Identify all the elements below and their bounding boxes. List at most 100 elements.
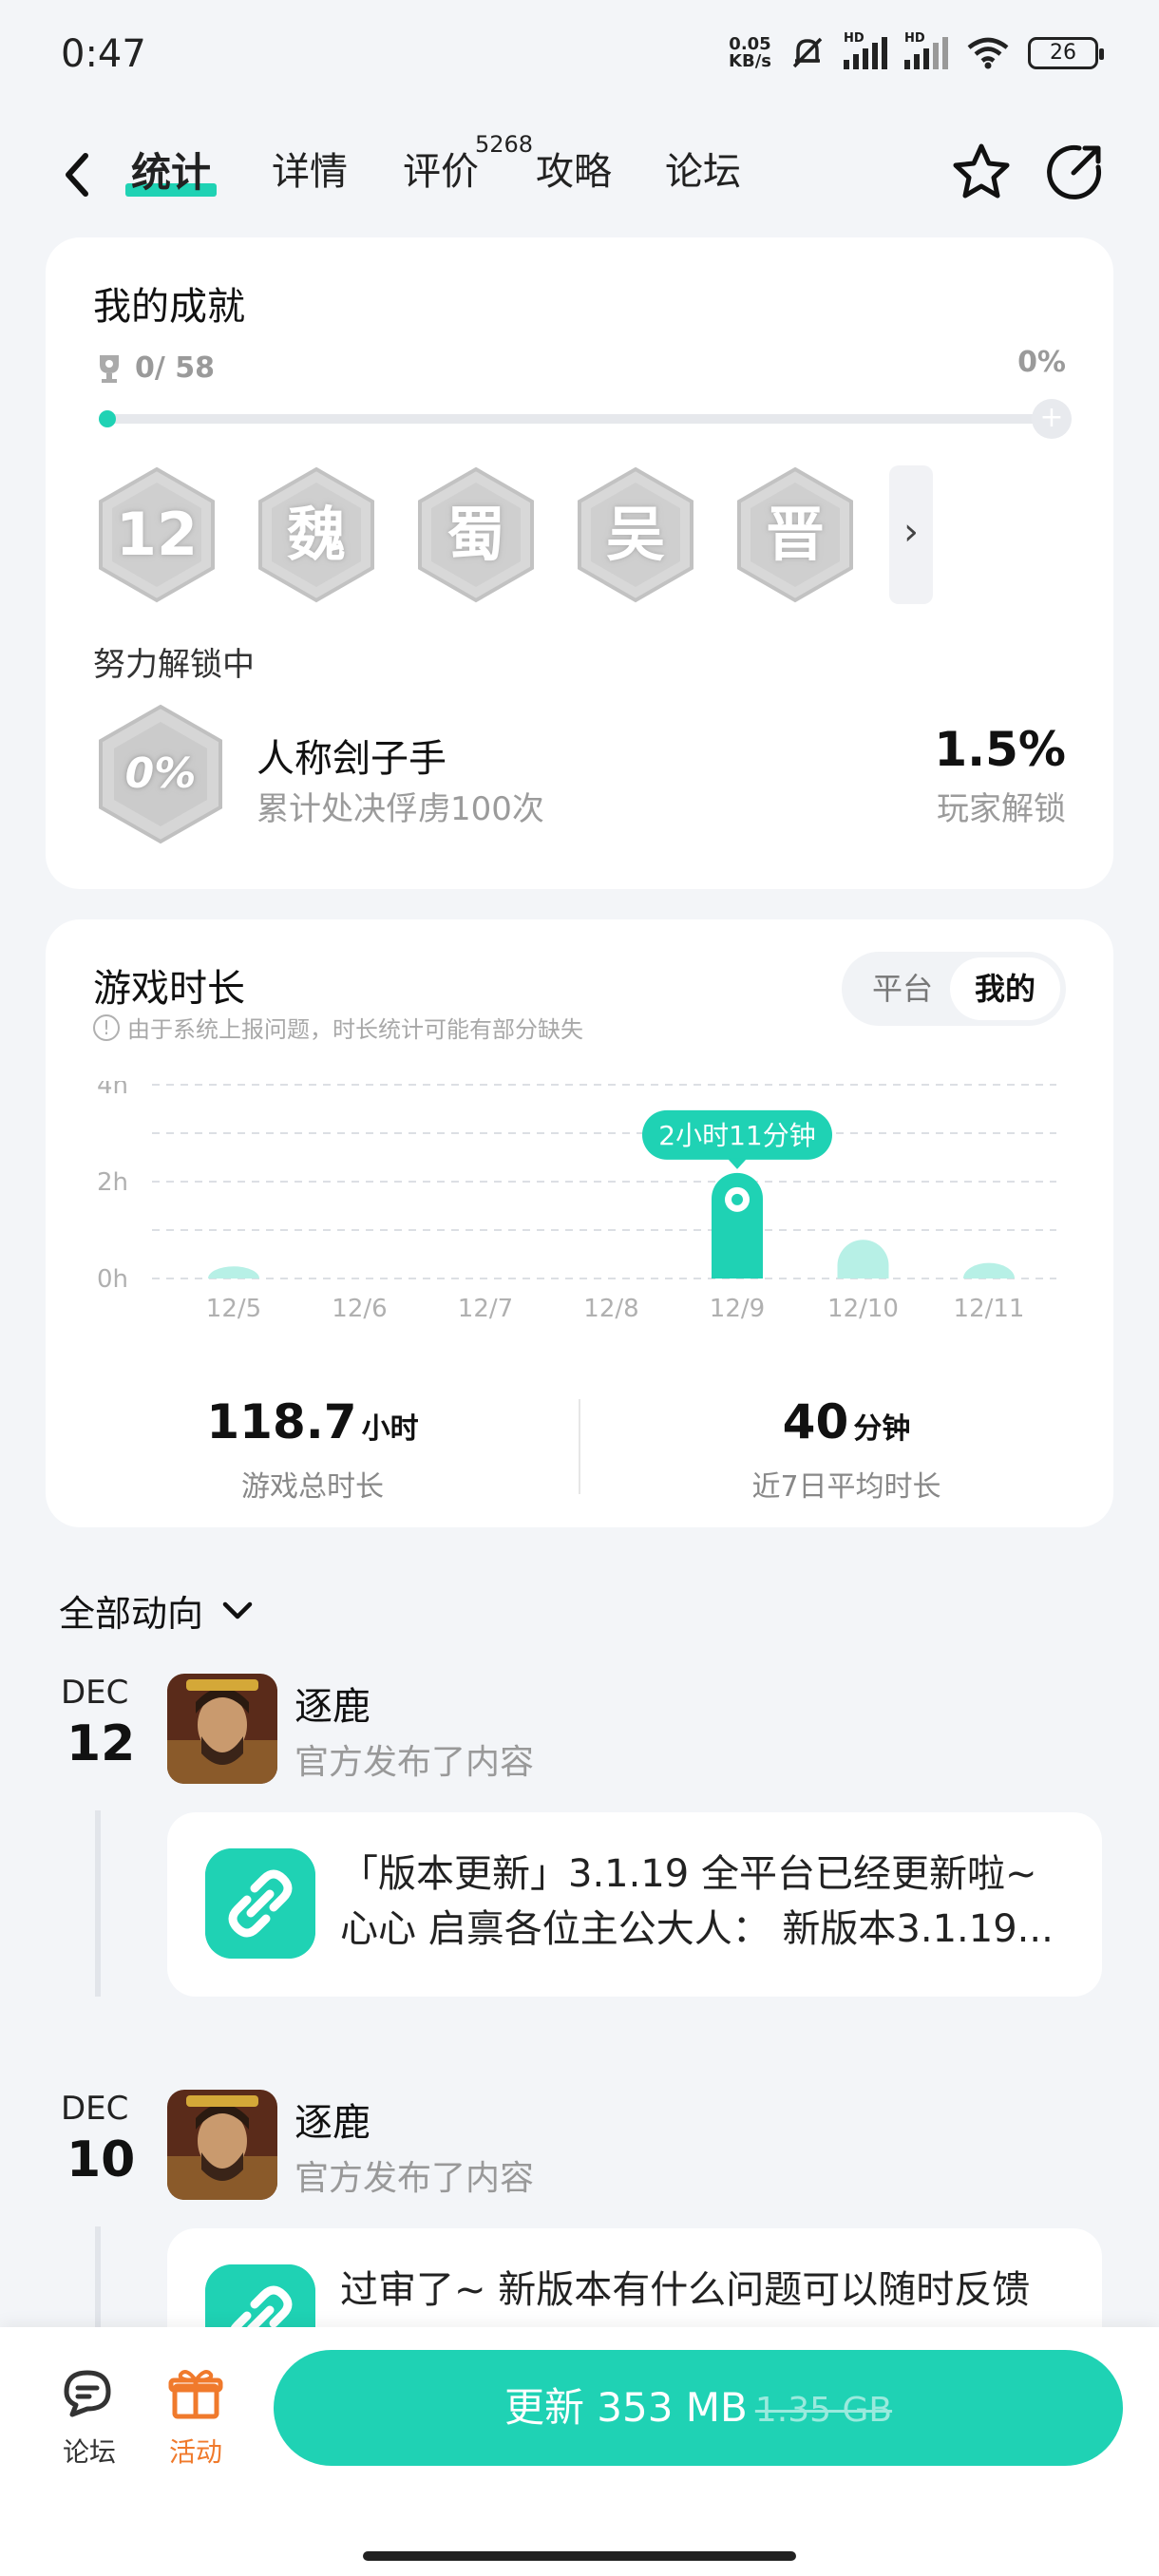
post-card[interactable]: 「版本更新」3.1.19 全平台已经更新啦~ 心心 启禀各位主公大人： 新版本3… bbox=[167, 1812, 1102, 1997]
feed-date-month: DEC bbox=[61, 1674, 129, 1712]
feed-author[interactable]: 逐鹿 bbox=[294, 1676, 370, 1731]
badge-label-12: 12 bbox=[115, 500, 199, 569]
x-tick-label: 12/6 bbox=[332, 1295, 387, 1323]
favorite-star-icon[interactable] bbox=[948, 139, 1015, 205]
update-button[interactable]: 更新 353 MB 1.35 GB bbox=[274, 2350, 1123, 2466]
playtime-toggle: 平台 我的 bbox=[842, 952, 1066, 1026]
post-line-1: 过审了~ 新版本有什么问题可以随时反馈 bbox=[340, 2268, 1031, 2312]
playtime-card: 游戏时长 平台 我的 ! 由于系统上报问题，时长统计可能有部分缺失 0h 2h 4h… bbox=[46, 919, 1113, 1527]
total-playtime: 118.7 小时 游戏总时长 bbox=[46, 1394, 580, 1505]
achievement-progress-bar: + bbox=[99, 399, 1072, 439]
trophy-icon bbox=[100, 354, 119, 383]
toggle-mine[interactable]: 我的 bbox=[950, 957, 1060, 1020]
badge-jin[interactable]: 晋 bbox=[735, 465, 855, 604]
total-playtime-label: 游戏总时长 bbox=[241, 1470, 384, 1504]
feed-date-month: DEC bbox=[61, 2090, 129, 2128]
avatar[interactable] bbox=[167, 2090, 277, 2200]
average-playtime-value: 40 bbox=[782, 1394, 849, 1449]
unlocking-label: 努力解锁中 bbox=[93, 646, 255, 684]
playtime-chart: 0h 2h 4h 12/5 12/6 12/7 12/8 12/9 2小时11分钟 12/10 12… bbox=[97, 1081, 1056, 1323]
achievement-name: 人称刽子手 bbox=[256, 737, 446, 781]
progress-percent: 0% bbox=[1017, 346, 1066, 379]
net-speed-unit: KB/s bbox=[729, 51, 771, 71]
forum-button[interactable]: 论坛 bbox=[42, 2365, 137, 2470]
feed-date-day: 10 bbox=[66, 2131, 136, 2188]
badge-12[interactable]: 12 bbox=[97, 465, 217, 604]
current-achievement-badge: 0% bbox=[97, 703, 224, 845]
badge-shu[interactable]: 蜀 bbox=[416, 465, 536, 604]
achievement-description: 累计处决俘虏100次 bbox=[256, 790, 544, 828]
average-playtime-unit: 分钟 bbox=[853, 1412, 911, 1446]
y-tick-label: 4h bbox=[97, 1081, 128, 1100]
achievement-progress: 0/ 58 bbox=[95, 351, 215, 385]
tab-reviews[interactable]: 评价 bbox=[403, 141, 479, 196]
signal-icon-1: HD bbox=[844, 31, 887, 69]
net-speed: 0.05 KB/s bbox=[729, 36, 771, 70]
notice-text: 由于系统上报问题，时长统计可能有部分缺失 bbox=[127, 1016, 583, 1043]
y-tick-label: 0h bbox=[97, 1265, 128, 1294]
tooltip-pointer bbox=[728, 1158, 747, 1169]
total-playtime-value: 118.7 bbox=[206, 1394, 357, 1449]
bar bbox=[963, 1262, 1015, 1279]
status-time: 0:47 bbox=[61, 32, 146, 76]
hd-label-2: HD bbox=[904, 31, 925, 46]
avatar[interactable] bbox=[167, 1674, 277, 1784]
badge-label-wu: 吴 bbox=[605, 500, 665, 569]
feed-date-day: 12 bbox=[66, 1715, 136, 1772]
achievement-unlock-percent: 1.5% bbox=[934, 722, 1066, 777]
progress-end-plus-icon: + bbox=[1032, 399, 1072, 439]
feed-author[interactable]: 逐鹿 bbox=[294, 2092, 370, 2147]
post-line-1: 「版本更新」3.1.19 全平台已经更新啦~ bbox=[340, 1852, 1037, 1896]
toggle-platform[interactable]: 平台 bbox=[847, 957, 958, 1020]
feed-filter-label: 全部动向 bbox=[59, 1593, 204, 1635]
post-text: 「版本更新」3.1.19 全平台已经更新啦~ 心心 启禀各位主公大人： 新版本3… bbox=[340, 1847, 1072, 1957]
info-icon: ! bbox=[93, 1013, 120, 1041]
tab-guides[interactable]: 攻略 bbox=[536, 141, 612, 196]
y-tick-label: 2h bbox=[97, 1168, 128, 1197]
achievement-unlock-label: 玩家解锁 bbox=[937, 790, 1066, 828]
update-label: 更新 353 MB bbox=[504, 2384, 748, 2431]
signal-icon-2: HD bbox=[904, 31, 948, 69]
status-bar: 0:47 0.05 KB/s HD HD 26 bbox=[0, 0, 1159, 114]
badge-label-wei: 魏 bbox=[286, 500, 346, 569]
badge-wei[interactable]: 魏 bbox=[256, 465, 376, 604]
top-navigation: 统计 详情 评价 5268 攻略 论坛 bbox=[0, 123, 1159, 228]
x-tick-label: 12/8 bbox=[583, 1295, 638, 1323]
back-arrow-icon[interactable] bbox=[53, 144, 101, 205]
link-icon bbox=[205, 1848, 315, 1959]
mute-bell-icon bbox=[792, 37, 823, 68]
chat-bubble-icon bbox=[64, 2370, 111, 2417]
achievements-card: 我的成就 0/ 58 0% + 12 魏 蜀 吴 晋 › 努力解锁中 0% 人称… bbox=[46, 237, 1113, 889]
forum-label: 论坛 bbox=[62, 2436, 116, 2468]
tab-forum[interactable]: 论坛 bbox=[665, 141, 741, 196]
activity-label: 活动 bbox=[168, 2436, 222, 2468]
x-tick-label: 12/10 bbox=[827, 1295, 899, 1323]
progress-count: 0/ 58 bbox=[135, 351, 216, 385]
hd-label-1: HD bbox=[844, 31, 864, 46]
average-playtime: 40 分钟 近7日平均时长 bbox=[580, 1394, 1113, 1505]
timeline-line bbox=[95, 1810, 101, 1997]
badge-wu[interactable]: 吴 bbox=[576, 465, 695, 604]
activity-button[interactable]: 活动 bbox=[148, 2365, 243, 2470]
chevron-down-icon bbox=[222, 1601, 253, 1619]
tab-stats[interactable]: 统计 bbox=[124, 141, 218, 199]
timeline-line bbox=[95, 2226, 101, 2327]
tab-details[interactable]: 详情 bbox=[272, 141, 348, 196]
feed-filter-dropdown[interactable]: 全部动向 bbox=[59, 1584, 255, 1637]
post-line-2: 心心 启禀各位主公大人： 新版本3.1.19... bbox=[340, 1907, 1054, 1951]
post-text: 过审了~ 新版本有什么问题可以随时反馈 bbox=[340, 2263, 1072, 2318]
feed-subtitle: 官方发布了内容 bbox=[294, 2159, 535, 2198]
bottom-action-bar: 论坛 活动 更新 353 MB 1.35 GB bbox=[0, 2327, 1159, 2576]
badge-label-shu: 蜀 bbox=[446, 500, 505, 569]
review-count: 5268 bbox=[475, 131, 534, 158]
badge-row: 12 魏 蜀 吴 晋 bbox=[97, 465, 855, 604]
status-icons: 0.05 KB/s HD HD 26 bbox=[729, 31, 1104, 72]
badges-more-chevron-icon[interactable]: › bbox=[889, 465, 933, 604]
current-achievement-badge-text: 0% bbox=[124, 749, 197, 798]
progress-fill bbox=[99, 410, 116, 427]
share-icon[interactable] bbox=[1041, 139, 1108, 205]
playtime-notice: ! 由于系统上报问题，时长统计可能有部分缺失 bbox=[93, 1011, 583, 1044]
wifi-icon bbox=[967, 37, 1009, 69]
average-playtime-label: 近7日平均时长 bbox=[751, 1470, 941, 1504]
x-tick-label: 12/7 bbox=[458, 1295, 513, 1323]
